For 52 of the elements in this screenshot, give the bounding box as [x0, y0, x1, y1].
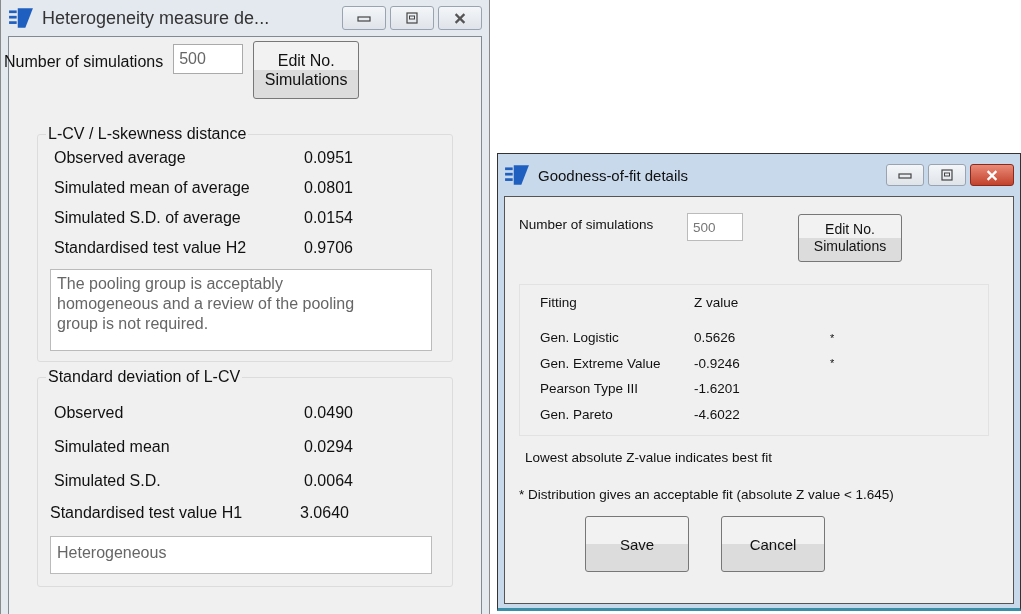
z-value: -0.9246 [694, 355, 741, 371]
measure-label: Standardised test value H2 [54, 239, 248, 257]
footnote-text: * Distribution gives an acceptable fit (absolute Z value < 1.645) [519, 487, 895, 502]
group-title: Standard deviation of L-CV [47, 368, 242, 386]
group-title: L-CV / L-skewness distance [47, 125, 248, 143]
measure-label: Simulated mean [54, 438, 171, 456]
measure-label: Simulated S.D. of average [54, 209, 242, 227]
note-text: Lowest absolute Z-value indicates best fit [525, 450, 773, 465]
column-header: Z value [694, 295, 740, 310]
minimize-icon [356, 13, 372, 23]
acceptable-mark: * [830, 331, 835, 344]
maximize-icon [941, 169, 953, 181]
window-title: Goodness-of-fit details [538, 166, 689, 184]
measure-value: 0.9706 [304, 239, 353, 257]
minimize-button[interactable] [886, 164, 924, 186]
distribution-name: Gen. Logistic [540, 330, 620, 346]
simulations-field[interactable]: 500 [687, 213, 743, 241]
close-icon [985, 169, 999, 181]
edit-simulations-button[interactable]: Edit No. Simulations [798, 214, 902, 262]
app-icon [8, 7, 34, 29]
close-icon [453, 12, 467, 24]
result-text-box: The pooling group is acceptably homogeneous and a review of the pooling group is not required. [50, 269, 432, 351]
z-value: -1.6201 [694, 381, 741, 397]
close-button[interactable] [970, 164, 1014, 186]
distribution-name: Pearson Type III [540, 381, 640, 397]
z-value: 0.5626 [694, 330, 737, 346]
app-icon [504, 164, 530, 186]
measure-value: 3.0640 [300, 504, 349, 522]
simulations-label: Number of simulations [519, 217, 655, 232]
minimize-icon [897, 170, 913, 180]
measure-value: 0.0951 [304, 149, 353, 167]
measure-value: 0.0490 [304, 404, 353, 422]
column-header: Fitting [540, 295, 578, 310]
measure-value: 0.0154 [304, 209, 353, 227]
measure-label: Standardised test value H1 [50, 504, 244, 522]
distribution-name: Gen. Pareto [540, 406, 614, 422]
measure-label: Observed average [54, 149, 187, 167]
z-value: -4.6022 [694, 406, 741, 422]
measure-value: 0.0064 [304, 472, 353, 490]
measure-label: Simulated S.D. [54, 472, 162, 490]
window-title: Heterogeneity measure de... [42, 7, 270, 29]
distribution-name: Gen. Extreme Value [540, 355, 662, 371]
cancel-button[interactable]: Cancel [721, 516, 825, 572]
measure-label: Observed [54, 404, 125, 422]
acceptable-mark: * [830, 357, 835, 370]
simulations-label: Number of simulations [4, 53, 164, 71]
maximize-icon [406, 12, 418, 24]
result-text-box: Heterogeneous [50, 536, 432, 574]
measure-value: 0.0801 [304, 179, 353, 197]
save-button[interactable]: Save [585, 516, 689, 572]
measure-value: 0.0294 [304, 438, 353, 456]
measure-label: Simulated mean of average [54, 179, 251, 197]
